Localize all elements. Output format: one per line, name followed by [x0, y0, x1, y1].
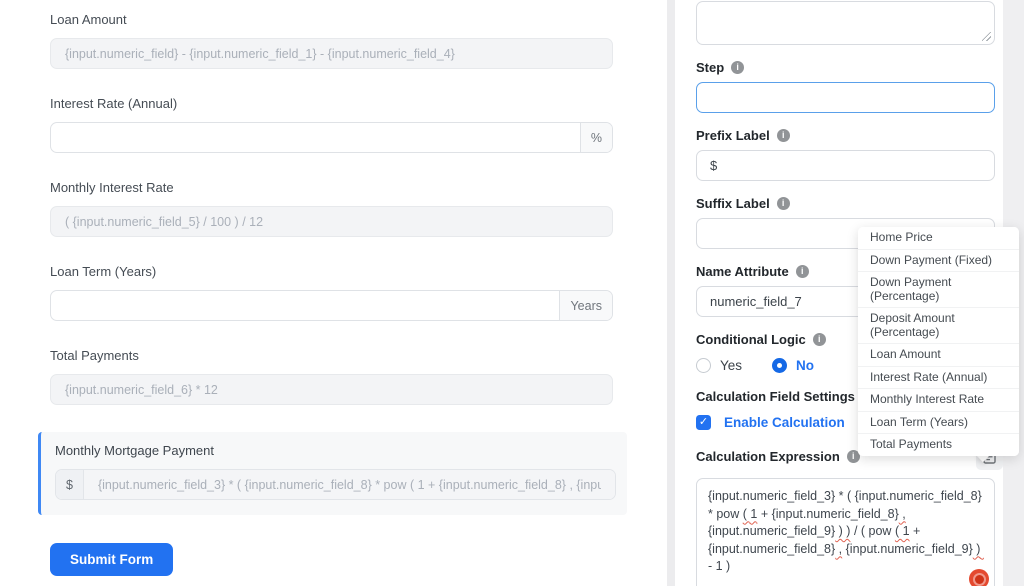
dropdown-item-loan-term-years[interactable]: Loan Term (Years): [858, 412, 1019, 435]
field-loan-amount[interactable]: Loan Amount: [50, 12, 613, 69]
enable-calculation-checkbox[interactable]: ✓: [696, 415, 711, 430]
suffix-label: Suffix Label: [696, 196, 770, 211]
radio-no[interactable]: [772, 358, 787, 373]
radio-no-label[interactable]: No: [796, 358, 814, 373]
monthly-interest-rate-input[interactable]: [50, 206, 613, 237]
resize-handle-icon[interactable]: [982, 32, 991, 41]
field-total-payments[interactable]: Total Payments: [50, 348, 613, 405]
field-shortcode-dropdown: Home Price Down Payment (Fixed) Down Pay…: [858, 227, 1019, 456]
total-payments-input[interactable]: [50, 374, 613, 405]
step-label: Step: [696, 60, 724, 75]
dropdown-item-monthly-interest-rate[interactable]: Monthly Interest Rate: [858, 389, 1019, 412]
field-interest-rate[interactable]: Interest Rate (Annual) %: [50, 96, 613, 153]
info-icon[interactable]: i: [777, 129, 790, 142]
dropdown-item-deposit-amount-percentage[interactable]: Deposit Amount (Percentage): [858, 308, 1019, 344]
field-label: Loan Amount: [50, 12, 613, 28]
submit-form-button[interactable]: Submit Form: [50, 543, 173, 576]
info-icon[interactable]: i: [731, 61, 744, 74]
field-label: Loan Term (Years): [50, 264, 613, 280]
monthly-mortgage-payment-input[interactable]: [84, 470, 615, 499]
info-icon[interactable]: i: [796, 265, 809, 278]
settings-top-textarea[interactable]: [696, 1, 995, 45]
enable-calculation-label[interactable]: Enable Calculation: [724, 415, 845, 430]
radio-yes-label[interactable]: Yes: [720, 358, 742, 373]
dollar-prefix-addon: $: [56, 470, 84, 499]
prefix-label: Prefix Label: [696, 128, 770, 143]
field-label: Interest Rate (Annual): [50, 96, 613, 112]
loan-amount-input[interactable]: [50, 38, 613, 69]
field-label: Monthly Mortgage Payment: [55, 443, 627, 459]
dropdown-item-home-price[interactable]: Home Price: [858, 227, 1019, 250]
info-icon[interactable]: i: [777, 197, 790, 210]
field-label: Monthly Interest Rate: [50, 180, 613, 196]
form-preview-panel: Loan Amount Interest Rate (Annual) % Mon…: [0, 0, 667, 586]
dropdown-item-loan-amount[interactable]: Loan Amount: [858, 344, 1019, 367]
calculation-expression-textarea[interactable]: {input.numeric_field_3} * ( {input.numer…: [696, 478, 995, 586]
loan-term-input[interactable]: [51, 291, 559, 320]
calculation-expression-label: Calculation Expression: [696, 449, 840, 464]
prefix-label-input[interactable]: [696, 150, 995, 181]
calculation-expression-wrap: {input.numeric_field_3} * ( {input.numer…: [696, 478, 995, 586]
dropdown-item-down-payment-percentage[interactable]: Down Payment (Percentage): [858, 272, 1019, 308]
record-indicator-icon[interactable]: [969, 569, 989, 586]
calculation-field-settings-label: Calculation Field Settings: [696, 389, 855, 404]
step-input[interactable]: [696, 82, 995, 113]
panel-divider: [667, 0, 675, 586]
radio-yes[interactable]: [696, 358, 711, 373]
field-loan-term[interactable]: Loan Term (Years) Years: [50, 264, 613, 321]
field-monthly-mortgage-payment-selected[interactable]: Monthly Mortgage Payment $: [38, 432, 627, 515]
percent-suffix-addon: %: [580, 123, 612, 152]
field-monthly-interest-rate[interactable]: Monthly Interest Rate: [50, 180, 613, 237]
form-editor-screen: Loan Amount Interest Rate (Annual) % Mon…: [0, 0, 1024, 586]
dropdown-item-interest-rate-annual[interactable]: Interest Rate (Annual): [858, 367, 1019, 390]
interest-rate-input[interactable]: [51, 123, 580, 152]
dropdown-item-total-payments[interactable]: Total Payments: [858, 434, 1019, 456]
field-label: Total Payments: [50, 348, 613, 364]
info-icon[interactable]: i: [813, 333, 826, 346]
name-attribute-label: Name Attribute: [696, 264, 789, 279]
conditional-logic-label: Conditional Logic: [696, 332, 806, 347]
years-suffix-addon: Years: [559, 291, 612, 320]
dropdown-item-down-payment-fixed[interactable]: Down Payment (Fixed): [858, 250, 1019, 273]
